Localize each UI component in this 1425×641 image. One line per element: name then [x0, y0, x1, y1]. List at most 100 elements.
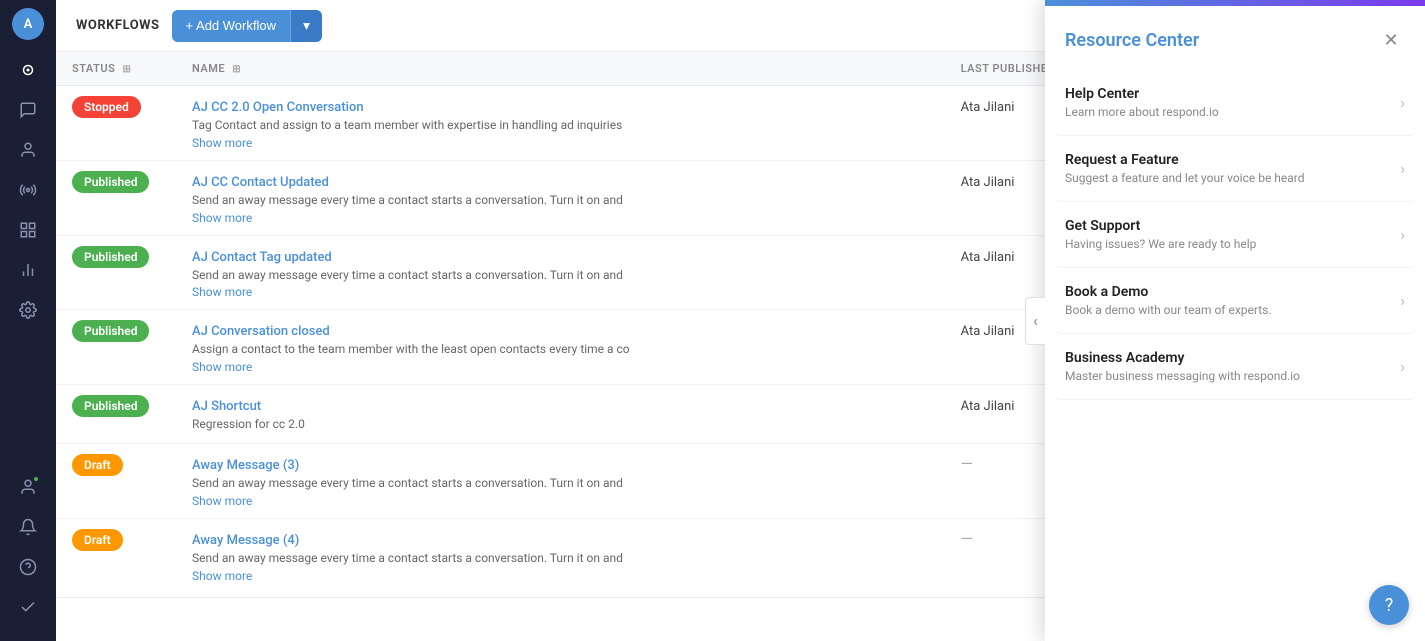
panel-collapse-button[interactable]: ‹: [1025, 297, 1045, 345]
sidebar-item-help[interactable]: [10, 549, 46, 585]
resource-item-arrow-icon: ›: [1400, 357, 1405, 376]
workflow-name-link[interactable]: Away Message (4): [192, 533, 299, 548]
table-cell-status: Published: [56, 385, 176, 444]
sidebar-item-check[interactable]: [10, 589, 46, 625]
resource-items-list: Help CenterLearn more about respond.io›R…: [1045, 70, 1425, 641]
resource-item-text: Help Center Learn more about respond.io: [1065, 86, 1400, 119]
sidebar-item-settings[interactable]: [10, 292, 46, 328]
workflow-description: Send an away message every time a contac…: [192, 550, 929, 567]
resource-item-text: Business Academy Master business messagin…: [1065, 350, 1400, 383]
resource-item-arrow-icon: ›: [1400, 225, 1405, 244]
show-more-link[interactable]: Show more: [192, 360, 929, 374]
status-badge: Published: [72, 320, 149, 342]
column-header-status[interactable]: STATUS ⊞: [56, 52, 176, 86]
sidebar: A: [0, 0, 56, 641]
workflow-name-link[interactable]: AJ CC Contact Updated: [192, 175, 329, 190]
resource-item-description: Master business messaging with respond.i…: [1065, 369, 1400, 383]
resource-item-2[interactable]: Get Support Having issues? We are ready t…: [1053, 202, 1417, 268]
workflow-name-link[interactable]: AJ Conversation closed: [192, 324, 330, 339]
workflow-description: Regression for cc 2.0: [192, 416, 929, 433]
show-more-link[interactable]: Show more: [192, 285, 929, 299]
status-badge: Draft: [72, 454, 123, 476]
table-cell-name: Away Message (3) Send an away message eve…: [176, 443, 945, 518]
resource-item-1[interactable]: Request a Feature Suggest a feature and l…: [1053, 136, 1417, 202]
add-workflow-main-button[interactable]: + Add Workflow: [172, 10, 290, 42]
last-published-by-value: Ata Jilani: [961, 399, 1015, 414]
table-cell-status: Draft: [56, 518, 176, 592]
resource-item-text: Book a Demo Book a demo with our team of …: [1065, 284, 1400, 317]
resource-item-text: Get Support Having issues? We are ready t…: [1065, 218, 1400, 251]
show-more-link[interactable]: Show more: [192, 569, 929, 583]
status-badge: Draft: [72, 529, 123, 551]
last-published-by-value: Ata Jilani: [961, 324, 1015, 339]
sidebar-item-notifications[interactable]: [10, 509, 46, 545]
table-cell-name: AJ Conversation closed Assign a contact t…: [176, 310, 945, 385]
table-cell-status: Published: [56, 160, 176, 235]
resource-item-description: Book a demo with our team of experts.: [1065, 303, 1400, 317]
sidebar-item-reports[interactable]: [10, 252, 46, 288]
last-published-by-value: Ata Jilani: [961, 100, 1015, 115]
status-badge: Published: [72, 395, 149, 417]
last-published-by-value: Ata Jilani: [961, 250, 1015, 265]
workflow-description: Send an away message every time a contac…: [192, 267, 929, 284]
column-header-name[interactable]: NAME ⊞: [176, 52, 945, 86]
avatar[interactable]: A: [12, 8, 44, 40]
sidebar-item-user-profile[interactable]: [10, 469, 46, 505]
table-cell-name: AJ CC Contact Updated Send an away messag…: [176, 160, 945, 235]
table-cell-status: Stopped: [56, 86, 176, 161]
resource-item-arrow-icon: ›: [1400, 159, 1405, 178]
resource-item-title: Book a Demo: [1065, 284, 1400, 300]
resource-item-3[interactable]: Book a Demo Book a demo with our team of …: [1053, 268, 1417, 334]
resource-item-description: Having issues? We are ready to help: [1065, 237, 1400, 251]
table-cell-status: Published: [56, 235, 176, 310]
workflow-name-link[interactable]: Away Message (3): [192, 458, 299, 473]
resource-item-title: Business Academy: [1065, 350, 1400, 366]
last-published-by-value: Ata Jilani: [961, 175, 1015, 190]
workflow-name-link[interactable]: AJ CC 2.0 Open Conversation: [192, 100, 364, 115]
resource-panel-header: Resource Center ✕: [1045, 6, 1425, 70]
page-title: WORKFLOWS: [76, 18, 160, 33]
resource-item-arrow-icon: ›: [1400, 93, 1405, 112]
resource-item-arrow-icon: ›: [1400, 291, 1405, 310]
resource-panel-close-button[interactable]: ✕: [1377, 26, 1405, 54]
show-more-link[interactable]: Show more: [192, 211, 929, 225]
workflow-description: Assign a contact to the team member with…: [192, 341, 929, 358]
workflow-description: Send an away message every time a contac…: [192, 192, 929, 209]
show-more-link[interactable]: Show more: [192, 494, 929, 508]
table-cell-status: Published: [56, 310, 176, 385]
resource-item-0[interactable]: Help Center Learn more about respond.io›: [1053, 70, 1417, 136]
workflow-description: Send an away message every time a contac…: [192, 475, 929, 492]
workflow-name-link[interactable]: AJ Shortcut: [192, 399, 261, 414]
workflow-name-link[interactable]: AJ Contact Tag updated: [192, 250, 332, 265]
status-badge: Stopped: [72, 96, 141, 118]
status-badge: Published: [72, 246, 149, 268]
table-cell-name: AJ CC 2.0 Open Conversation Tag Contact a…: [176, 86, 945, 161]
workflow-description: Tag Contact and assign to a team member …: [192, 117, 929, 134]
show-more-link[interactable]: Show more: [192, 136, 929, 150]
resource-item-4[interactable]: Business Academy Master business messagin…: [1053, 334, 1417, 400]
sidebar-item-broadcast[interactable]: [10, 172, 46, 208]
sidebar-item-home[interactable]: [10, 52, 46, 88]
sidebar-item-flows[interactable]: [10, 212, 46, 248]
add-workflow-button[interactable]: + Add Workflow ▾: [172, 10, 322, 42]
main-content: WORKFLOWS + Add Workflow ▾ STATUS ⊞ NAME…: [56, 0, 1425, 641]
table-cell-status: Draft: [56, 443, 176, 518]
resource-item-title: Request a Feature: [1065, 152, 1400, 168]
help-fab-button[interactable]: ?: [1369, 585, 1409, 625]
resource-item-description: Learn more about respond.io: [1065, 105, 1400, 119]
last-published-by-value: —: [961, 529, 974, 548]
resource-item-text: Request a Feature Suggest a feature and l…: [1065, 152, 1400, 185]
resource-item-title: Help Center: [1065, 86, 1400, 102]
resource-item-title: Get Support: [1065, 218, 1400, 234]
table-cell-name: AJ Shortcut Regression for cc 2.0: [176, 385, 945, 444]
resource-center-panel: Resource Center ✕ Help Center Learn more …: [1045, 0, 1425, 641]
table-cell-name: Away Message (4) Send an away message eve…: [176, 518, 945, 592]
add-workflow-dropdown-button[interactable]: ▾: [290, 10, 322, 42]
resource-item-description: Suggest a feature and let your voice be …: [1065, 171, 1400, 185]
sidebar-item-chat[interactable]: [10, 92, 46, 128]
status-badge: Published: [72, 171, 149, 193]
last-published-by-value: —: [961, 454, 974, 473]
table-cell-name: AJ Contact Tag updated Send an away messa…: [176, 235, 945, 310]
sidebar-item-contacts[interactable]: [10, 132, 46, 168]
resource-panel-title: Resource Center: [1065, 30, 1199, 51]
